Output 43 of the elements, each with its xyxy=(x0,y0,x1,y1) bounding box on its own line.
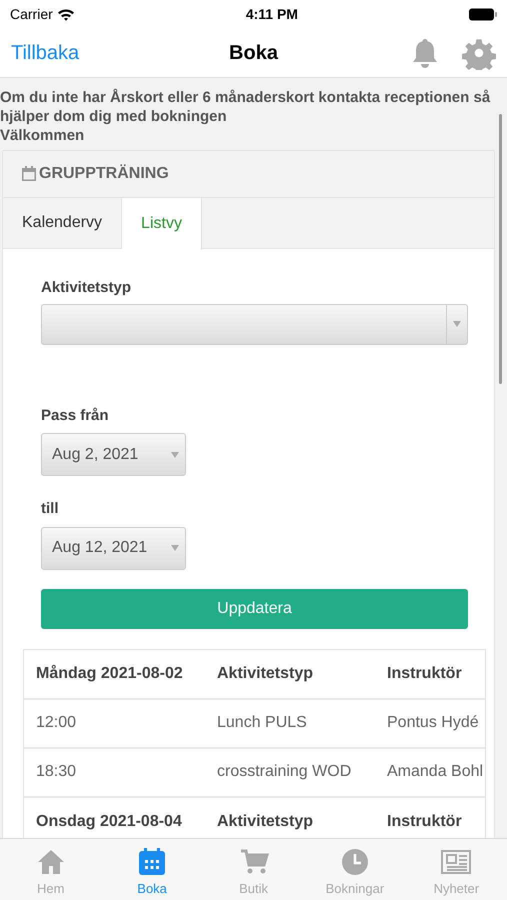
view-tab[interactable]: Listvy xyxy=(122,198,202,250)
bell-icon[interactable] xyxy=(411,36,439,68)
back-link[interactable]: Tillbaka xyxy=(11,38,80,68)
column-header: Onsdag 2021-08-04 xyxy=(35,812,183,832)
notice-text: Välkommen xyxy=(0,126,84,145)
column-header: Måndag 2021-08-02 xyxy=(35,664,184,684)
clock-time: 4:11 PM xyxy=(246,4,298,24)
table-cell-text: Amanda Bohl xyxy=(386,762,484,782)
table-cell-text: 12:00 xyxy=(35,713,78,733)
panel-title: GRUPPTRÄNING xyxy=(39,163,169,184)
carrier-label: Carrier xyxy=(10,4,53,24)
activity-select[interactable] xyxy=(41,304,468,344)
newspaper-icon xyxy=(441,847,472,877)
page-title: Boka xyxy=(229,40,278,66)
notice-text: Om du inte har Årskort eller 6 månaderskort kontakta receptionen så hjälper dom dig med bokningen xyxy=(0,88,492,126)
field-label: Pass från xyxy=(41,406,110,426)
table-cell-text: 18:30 xyxy=(35,762,78,782)
wifi-icon xyxy=(56,8,75,20)
tab-bar-item[interactable]: Bokningar xyxy=(304,839,406,900)
field-label: Aktivitetstyp xyxy=(41,278,132,298)
column-header: Aktivitetstyp xyxy=(216,664,314,684)
column-header: Aktivitetstyp xyxy=(216,812,314,832)
tab-bar-item[interactable]: Hem xyxy=(0,839,102,900)
clock-icon xyxy=(340,847,370,877)
tab-bar-item[interactable]: Butik xyxy=(202,839,304,900)
table-cell-text: Pontus Hydé xyxy=(386,713,479,733)
column-header: Instruktör xyxy=(386,664,462,684)
calendar-icon xyxy=(137,847,168,877)
date-select[interactable]: Aug 12, 2021 xyxy=(41,526,186,570)
field-label: till xyxy=(41,499,60,519)
update-button[interactable]: Uppdatera xyxy=(41,588,468,628)
battery-icon xyxy=(468,8,497,20)
calendar-icon xyxy=(21,166,37,182)
caret-icon xyxy=(446,304,461,344)
table-cell-text: Lunch PULS xyxy=(216,713,308,733)
table-cell-text: crosstraining WOD xyxy=(216,762,352,782)
column-header: Instruktör xyxy=(386,812,462,832)
tab-bar-item[interactable]: Nyheter xyxy=(406,839,507,900)
caret-icon xyxy=(171,545,179,551)
caret-icon xyxy=(171,452,179,458)
tab-bar-item[interactable]: Boka xyxy=(101,839,203,900)
date-select[interactable]: Aug 2, 2021 xyxy=(41,433,186,476)
home-icon xyxy=(36,847,66,877)
